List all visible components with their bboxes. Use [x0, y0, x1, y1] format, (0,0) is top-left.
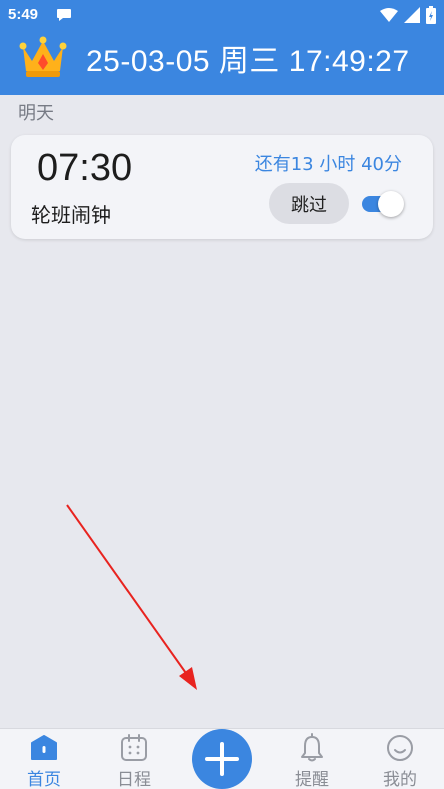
- alarm-card[interactable]: 07:30 轮班闹钟 还有13 小时 40分 跳过: [11, 135, 433, 239]
- skip-button[interactable]: 跳过: [269, 183, 349, 224]
- nav-mine-label: 我的: [383, 770, 417, 789]
- nav-home-label: 首页: [27, 770, 61, 789]
- calendar-icon: [121, 734, 147, 761]
- nav-reminder[interactable]: 提醒: [282, 733, 342, 789]
- status-bar: 5:49: [0, 0, 444, 32]
- alarm-toggle[interactable]: [362, 191, 404, 217]
- nav-reminder-label: 提醒: [295, 770, 329, 789]
- status-time: 5:49: [8, 6, 39, 23]
- plus-icon: [205, 742, 239, 776]
- signal-icon: [404, 7, 420, 23]
- current-datetime: 25-03-05 周三 17:49:27: [86, 45, 410, 78]
- smiley-icon: [387, 735, 413, 761]
- add-button[interactable]: [192, 729, 252, 789]
- crown-icon[interactable]: [18, 33, 68, 79]
- nav-home[interactable]: 首页: [14, 733, 74, 789]
- bell-icon: [301, 733, 323, 762]
- section-label: 明天: [18, 103, 54, 124]
- alarm-time: 07:30: [37, 147, 133, 189]
- time-remaining: 还有13 小时 40分: [254, 154, 402, 175]
- alarm-name: 轮班闹钟: [31, 203, 111, 227]
- wifi-icon: [380, 8, 398, 22]
- home-icon: [31, 735, 57, 760]
- notification-icon: [57, 9, 71, 21]
- nav-mine[interactable]: 我的: [370, 733, 430, 789]
- nav-schedule[interactable]: 日程: [104, 733, 164, 789]
- red-arrow-annotation: [66, 504, 197, 690]
- nav-schedule-label: 日程: [117, 770, 151, 789]
- app-header: 5:49 25-03-05 周三 17:49:27: [0, 0, 444, 95]
- toggle-knob: [378, 191, 404, 217]
- battery-icon: [426, 6, 436, 24]
- status-icons: [380, 5, 436, 25]
